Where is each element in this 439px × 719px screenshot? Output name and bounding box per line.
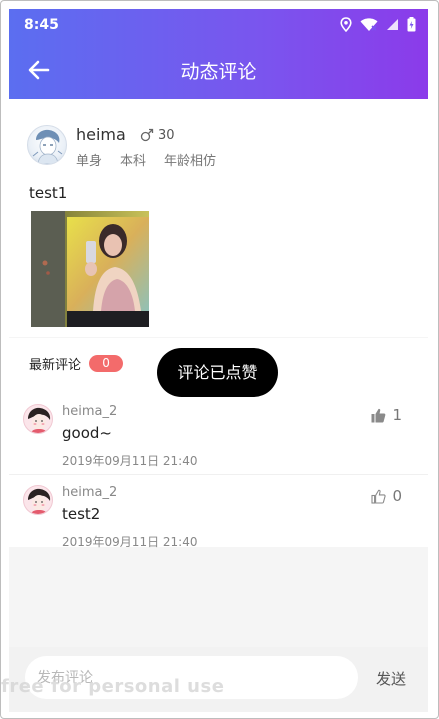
comment-text: test2 [62,505,101,523]
user-age: 30 [158,128,175,143]
comment-date: 2019年09月11日 21:40 [62,535,198,549]
tag-education: 本科 [120,154,147,169]
status-time: 8:45 [24,17,59,33]
commenter-avatar-illustration [28,407,51,433]
send-button[interactable]: 发送 [376,668,406,689]
comment-text: good~ [62,424,112,442]
toast-message: 评论已点赞 [157,348,278,397]
avatar-illustration [32,129,63,164]
post-text: test1 [29,184,68,202]
wifi-icon [360,17,378,31]
app-screen: 8:45 动态评论 heima 30 单身 本科 年龄相仿 test1 最新评论… [9,9,428,712]
like-count: 1 [392,406,402,424]
avatar[interactable] [23,404,53,434]
comment-item: heima_2 good~ 2019年09月11日 21:40 1 [9,394,428,474]
status-bar: 8:45 [9,9,428,41]
comment-date: 2019年09月11日 21:40 [62,454,198,468]
like-button[interactable]: 0 [371,487,402,505]
commenter-name: heima_2 [62,485,118,500]
device-frame: 8:45 动态评论 heima 30 单身 本科 年龄相仿 test1 最新评论… [0,0,439,719]
post-card: heima 30 单身 本科 年龄相仿 test1 [9,99,428,337]
user-name: heima [76,125,126,144]
male-icon [140,128,154,142]
commenter-name: heima_2 [62,404,118,419]
comment-item: heima_2 test2 2019年09月11日 21:40 0 [9,474,428,554]
comments-header: 最新评论 0 [29,354,124,373]
thumbs-up-filled-icon [371,408,386,422]
user-tags: 单身 本科 年龄相仿 [76,150,216,169]
thumbs-up-outline-icon [371,489,387,504]
battery-icon [407,17,416,32]
post-photo [31,211,149,327]
post-image[interactable] [31,211,149,327]
status-icons [340,17,416,32]
page-title: 动态评论 [180,61,257,83]
commenter-avatar-illustration [28,488,51,514]
like-button[interactable]: 1 [371,406,402,424]
location-icon [340,17,352,32]
avatar[interactable] [27,125,67,165]
comment-count-badge: 0 [89,355,124,372]
signal-icon [387,19,398,30]
top-bar: 8:45 动态评论 [9,9,428,99]
comments-title: 最新评论 [29,358,82,373]
watermark: free for personal use [1,676,225,697]
tag-age-match: 年龄相仿 [164,154,217,169]
app-bar: 动态评论 [9,41,428,99]
tag-relationship: 单身 [76,154,103,169]
like-count: 0 [392,487,402,505]
avatar[interactable] [23,485,53,515]
